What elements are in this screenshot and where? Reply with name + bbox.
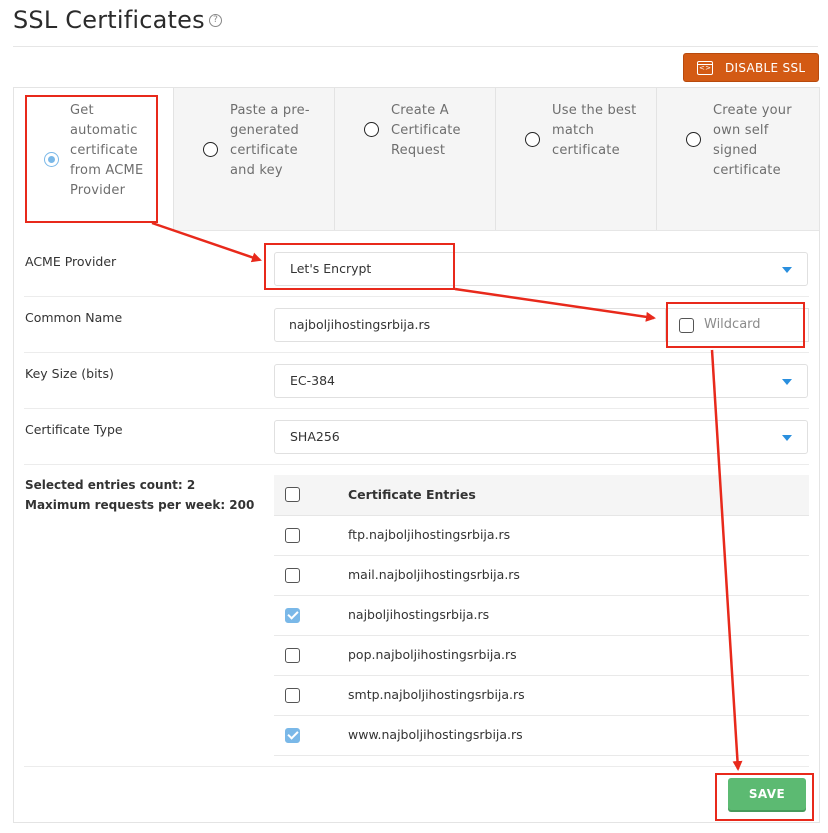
common-name-value: najboljihostingsrbija.rs (289, 317, 431, 332)
disable-ssl-label: DISABLE SSL (725, 60, 806, 75)
entry-checkbox[interactable] (285, 568, 300, 583)
common-name-row: Common Name najboljihostingsrbija.rs Wil… (24, 297, 809, 353)
code-window-icon (697, 60, 713, 75)
tab-request[interactable]: Create A Certificate Request (335, 88, 496, 230)
save-button[interactable]: SAVE (728, 778, 806, 810)
key-size-value: EC-384 (290, 373, 335, 388)
tab-request-label: Create A Certificate Request (391, 103, 461, 158)
title-divider (13, 46, 818, 47)
wildcard-checkbox[interactable] (679, 318, 694, 333)
entry-name: najboljihostingsrbija.rs (348, 607, 490, 622)
tab-best-match[interactable]: Use the best match certificate (496, 88, 657, 230)
wildcard-option[interactable]: Wildcard (666, 308, 809, 342)
radio-best-match[interactable] (525, 132, 540, 147)
dropdown-caret-icon (782, 267, 792, 273)
radio-paste[interactable] (203, 142, 218, 157)
tab-paste[interactable]: Paste a pre-generated certificate and ke… (174, 88, 335, 230)
acme-provider-select[interactable]: Let's Encrypt (274, 252, 808, 286)
radio-acme[interactable] (44, 152, 59, 167)
certificate-mode-tabs: Get automatic certificate from ACME Prov… (14, 88, 819, 231)
acme-provider-value: Let's Encrypt (290, 261, 372, 276)
wildcard-label: Wildcard (704, 317, 761, 332)
certificate-type-select[interactable]: SHA256 (274, 420, 808, 454)
radio-request[interactable] (364, 122, 379, 137)
entry-checkbox[interactable] (285, 648, 300, 663)
tab-self-signed[interactable]: Create your own self signed certificate (657, 88, 819, 230)
key-size-label: Key Size (bits) (25, 366, 114, 381)
acme-provider-row: ACME Provider Let's Encrypt (24, 241, 809, 297)
entry-name: smtp.najboljihostingsrbija.rs (348, 687, 525, 702)
entries-header-row: Certificate Entries (274, 475, 809, 516)
table-row: mail.najboljihostingsrbija.rs (274, 556, 809, 596)
table-row: www.najboljihostingsrbija.rs (274, 716, 809, 756)
entry-name: mail.najboljihostingsrbija.rs (348, 567, 520, 582)
entry-checkbox[interactable] (285, 608, 300, 623)
entries-header-label: Certificate Entries (348, 487, 476, 502)
table-row: smtp.najboljihostingsrbija.rs (274, 676, 809, 716)
help-icon[interactable]: ? (209, 14, 222, 27)
certificate-entries-table: Certificate Entries ftp.najboljihostings… (274, 475, 809, 756)
dropdown-caret-icon (782, 435, 792, 441)
table-row: ftp.najboljihostingsrbija.rs (274, 516, 809, 556)
common-name-label: Common Name (25, 310, 123, 325)
ssl-panel: Get automatic certificate from ACME Prov… (13, 87, 820, 823)
radio-self-signed[interactable] (686, 132, 701, 147)
entry-name: pop.najboljihostingsrbija.rs (348, 647, 517, 662)
entry-name: www.najboljihostingsrbija.rs (348, 727, 523, 742)
tab-paste-label: Paste a pre-generated certificate and ke… (230, 103, 310, 178)
dropdown-caret-icon (782, 379, 792, 385)
tab-self-signed-label: Create your own self signed certificate (713, 103, 792, 178)
acme-provider-label: ACME Provider (25, 254, 117, 269)
entry-name: ftp.najboljihostingsrbija.rs (348, 527, 511, 542)
page-title: SSL Certificates (13, 6, 205, 34)
key-size-select[interactable]: EC-384 (274, 364, 808, 398)
entry-checkbox[interactable] (285, 688, 300, 703)
common-name-input[interactable]: najboljihostingsrbija.rs (274, 308, 666, 342)
tab-acme[interactable]: Get automatic certificate from ACME Prov… (14, 88, 174, 231)
key-size-row: Key Size (bits) EC-384 (24, 353, 809, 409)
selected-count-text: Selected entries count: 2 (25, 478, 196, 492)
table-row: najboljihostingsrbija.rs (274, 596, 809, 636)
table-row: pop.najboljihostingsrbija.rs (274, 636, 809, 676)
select-all-checkbox[interactable] (285, 487, 300, 502)
entry-checkbox[interactable] (285, 528, 300, 543)
certificate-type-value: SHA256 (290, 429, 340, 444)
bottom-divider (24, 766, 809, 767)
certificate-type-row: Certificate Type SHA256 (24, 409, 809, 465)
max-requests-text: Maximum requests per week: 200 (25, 498, 255, 512)
tab-best-match-label: Use the best match certificate (552, 103, 637, 158)
entry-checkbox[interactable] (285, 728, 300, 743)
disable-ssl-button[interactable]: DISABLE SSL (683, 53, 819, 82)
certificate-type-label: Certificate Type (25, 422, 123, 437)
tab-acme-label: Get automatic certificate from ACME Prov… (70, 103, 144, 198)
